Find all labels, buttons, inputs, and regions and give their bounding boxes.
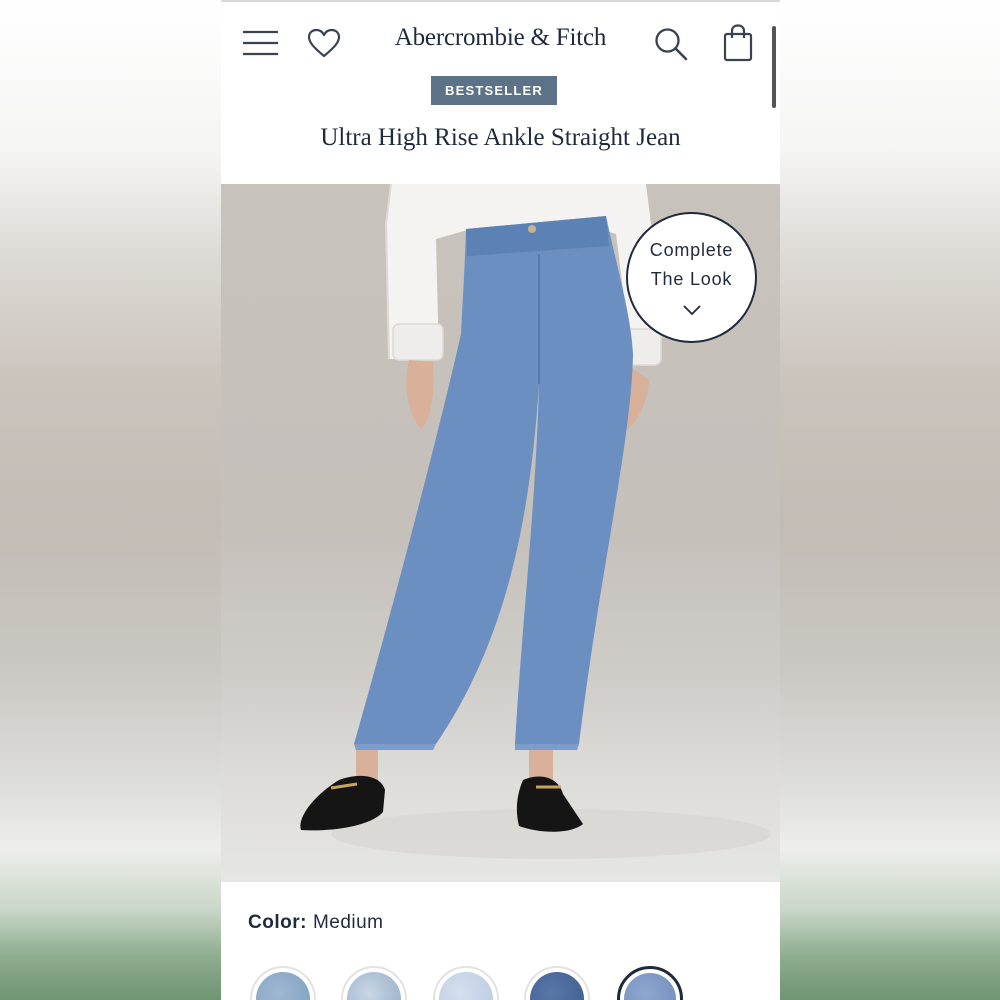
scrollbar[interactable]	[772, 26, 776, 108]
product-page: Abercrombie & Fitch BESTSELLER Ultra Hig…	[221, 0, 780, 1000]
swatch-fill	[530, 972, 584, 1000]
swatch-fill	[624, 973, 676, 1000]
color-swatch[interactable]	[433, 966, 499, 1000]
header: Abercrombie & Fitch BESTSELLER Ultra Hig…	[221, 0, 780, 184]
search-icon[interactable]	[654, 27, 688, 61]
bestseller-badge: BESTSELLER	[431, 76, 557, 105]
complete-the-look-line2: The Look	[650, 269, 733, 289]
color-swatch[interactable]	[250, 966, 316, 1000]
brand-logo[interactable]: Abercrombie & Fitch	[341, 24, 660, 52]
heart-icon[interactable]	[307, 28, 341, 58]
menu-icon[interactable]	[243, 30, 278, 56]
color-swatch[interactable]	[341, 966, 407, 1000]
chevron-down-icon	[628, 296, 755, 325]
swatch-fill	[347, 972, 401, 1000]
color-value: Medium	[312, 912, 384, 933]
color-label: Color:	[248, 912, 307, 933]
color-label-row: Color: Medium	[248, 912, 384, 934]
complete-the-look-line1: Complete	[649, 240, 734, 260]
swatch-fill	[256, 972, 310, 1000]
complete-the-look-button[interactable]: Complete The Look	[626, 212, 757, 343]
swatch-fill	[439, 972, 493, 1000]
divider	[221, 0, 780, 2]
product-title: Ultra High Rise Ankle Straight Jean	[320, 124, 681, 151]
shopping-bag-icon[interactable]	[723, 24, 753, 62]
color-swatch-selected[interactable]	[617, 966, 683, 1000]
color-swatch[interactable]	[524, 966, 590, 1000]
